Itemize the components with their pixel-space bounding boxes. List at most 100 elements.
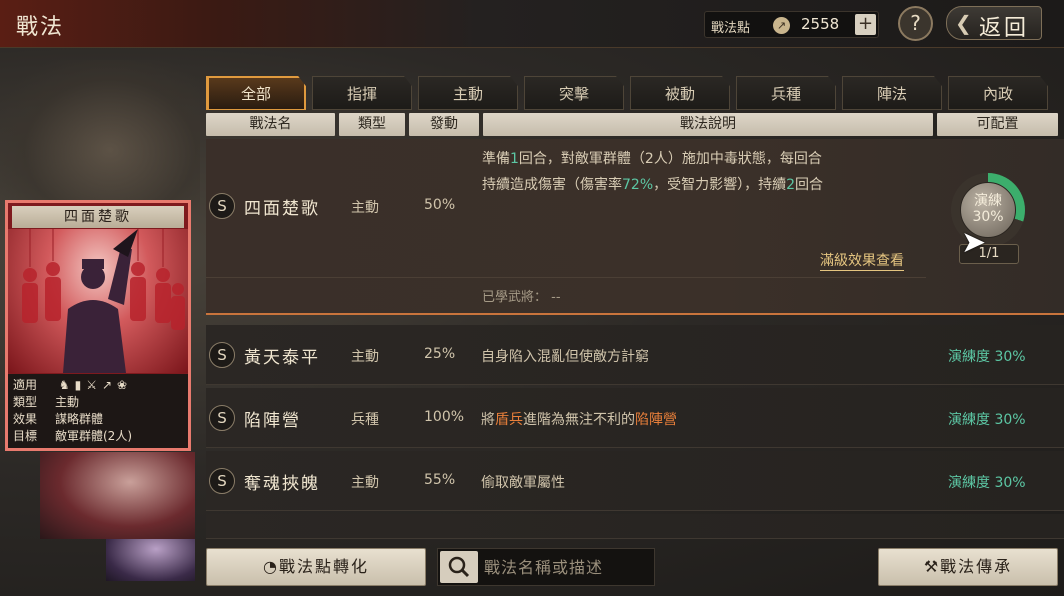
tab-all[interactable]: 全部: [206, 76, 306, 110]
desc-text: 持續造成傷害（傷害率: [482, 177, 622, 193]
grade-badge: S: [209, 405, 235, 431]
desc-text: 回合，對敵軍群體（2人）施加中毒狀態，每回合: [518, 151, 822, 167]
proficiency: 演練度 30%: [948, 412, 1026, 428]
tactics-list[interactable]: S 四面楚歌 主動 50% 準備1回合，對敵軍群體（2人）施加中毒狀態，每回合 …: [206, 139, 1064, 539]
tactic-points-display: 戰法點 ↗ 2558 +: [704, 11, 879, 38]
pointer-cursor-icon: ➤: [961, 225, 987, 260]
crossed-swords-icon: ⚔: [86, 378, 102, 392]
column-header-config[interactable]: 可配置: [937, 113, 1058, 136]
tactic-card-info: 適用 ♞▮⚔↗❀ 類型 主動 效果 謀略群體 目標 敵軍群體(2人): [8, 374, 188, 448]
description-line: 準備1回合，對敵軍群體（2人）施加中毒狀態，每回合: [482, 146, 952, 172]
desc-text: 自身陷入混亂但使敵方計窮: [481, 349, 649, 365]
tactic-type: 主動: [351, 200, 379, 216]
tab-formation[interactable]: 陣法: [842, 76, 942, 110]
desc-text: 回合: [795, 177, 824, 193]
tab-passive[interactable]: 被動: [630, 76, 730, 110]
tab-assault[interactable]: 突擊: [524, 76, 624, 110]
proficiency: 演練度 30%: [948, 475, 1026, 491]
hammer-icon: ⚒: [923, 557, 941, 576]
card-row-target: 目標 敵軍群體(2人): [13, 427, 183, 444]
tactic-art-figures: [22, 229, 185, 373]
tactic-rate: 55%: [424, 472, 456, 488]
max-level-effect-link[interactable]: 滿級效果查看: [820, 250, 904, 271]
tactic-row[interactable]: [206, 514, 1064, 539]
convert-label: 戰法點轉化: [278, 557, 369, 576]
bow-icon: ↗: [101, 378, 118, 392]
tab-command[interactable]: 指揮: [312, 76, 412, 110]
tactics-screen: 戰法 戰法點 ↗ 2558 + ? ❮ 返回 四面楚歌 適用 ♞▮⚔↗❀ 類型 …: [0, 0, 1064, 596]
tactic-name: 黃天泰平: [244, 348, 320, 368]
card-row-effect: 效果 謀略群體: [13, 410, 183, 427]
tab-troop[interactable]: 兵種: [736, 76, 836, 110]
search-icon[interactable]: [440, 551, 478, 583]
tactic-type: 兵種: [351, 412, 379, 428]
desc-text: ，受智力影響），持續: [653, 177, 787, 193]
magnifier-glyph: [448, 556, 470, 578]
general-portrait: [0, 60, 200, 210]
search-input[interactable]: [484, 553, 649, 581]
cavalry-icon: ♞: [58, 378, 75, 392]
tactic-name: 四面楚歌: [244, 199, 320, 219]
desc-text: 進階為無注不利的: [523, 412, 635, 428]
troop-type-icons: ♞▮⚔↗❀: [59, 378, 132, 392]
tactic-row[interactable]: S 黃天泰平 主動 25% 自身陷入混亂但使敵方計窮 演練度 30%: [206, 325, 1064, 385]
tactic-points-value: 2558: [801, 15, 840, 33]
tactic-rate: 25%: [424, 346, 456, 362]
desc-text: 將: [481, 412, 495, 428]
card-row-type: 類型 主動: [13, 393, 183, 410]
description-line: 持續造成傷害（傷害率72%，受智力影響），持續2回合: [482, 172, 952, 198]
help-button[interactable]: ?: [898, 6, 933, 41]
card-key: 效果: [13, 412, 38, 426]
tab-internal[interactable]: 內政: [948, 76, 1048, 110]
tab-active[interactable]: 主動: [418, 76, 518, 110]
card-value: 主動: [55, 395, 80, 409]
divider: [206, 277, 926, 278]
search-box[interactable]: [437, 548, 655, 586]
practice-percent: 30%: [972, 209, 1004, 225]
card-key: 適用: [13, 378, 38, 392]
tactic-description: 將盾兵進階為無注不利的陷陣營: [481, 409, 677, 429]
practice-label: 演練: [974, 193, 1002, 209]
column-header-name[interactable]: 戰法名: [206, 113, 335, 136]
inherit-tactic-button[interactable]: ⚒戰法傳承: [878, 548, 1058, 586]
column-header-type[interactable]: 類型: [339, 113, 405, 136]
tactic-thumbnail[interactable]: [40, 452, 195, 539]
desc-number: 72%: [622, 177, 654, 193]
tactic-description: 自身陷入混亂但使敵方計窮: [481, 346, 649, 366]
column-header-description: 戰法說明: [483, 113, 933, 136]
tactic-description: 準備1回合，對敵軍群體（2人）施加中毒狀態，每回合 持續造成傷害（傷害率72%，…: [482, 146, 952, 198]
add-points-button[interactable]: +: [855, 14, 876, 35]
compass-icon: ↗: [773, 17, 790, 34]
desc-text: 偷取敵軍屬性: [481, 475, 565, 491]
tactic-name: 奪魂挾魄: [244, 474, 320, 494]
tactic-row[interactable]: S 奪魂挾魄 主動 55% 偷取敵軍屬性 演練度 30%: [206, 451, 1064, 511]
grade-badge: S: [209, 342, 235, 368]
tactic-points-label: 戰法點: [711, 21, 751, 36]
learned-value: --: [551, 290, 561, 305]
tactic-rate: 100%: [424, 409, 465, 425]
grade-badge: S: [209, 193, 235, 219]
card-row-applicable: 適用 ♞▮⚔↗❀: [13, 376, 183, 393]
convert-points-button[interactable]: ◔戰法點轉化: [206, 548, 426, 586]
tactic-row[interactable]: S 陷陣營 兵種 100% 將盾兵進階為無注不利的陷陣營 演練度 30%: [206, 388, 1064, 448]
back-button[interactable]: ❮ 返回: [946, 6, 1042, 41]
tactic-thumbnail[interactable]: [106, 539, 195, 581]
desc-highlight: 盾兵: [495, 412, 523, 428]
top-bar: 戰法 戰法點 ↗ 2558 + ? ❮ 返回: [0, 0, 1064, 48]
tactic-card: 四面楚歌 適用 ♞▮⚔↗❀ 類型 主動 效果 謀略群體 目標 敵軍群體(2人): [5, 200, 191, 451]
learned-label: 已學武將：: [482, 290, 548, 305]
proficiency: 演練度 30%: [948, 349, 1026, 365]
back-label: 返回: [979, 16, 1030, 41]
card-value: 謀略群體: [55, 412, 104, 426]
flame-icon: ◔: [263, 557, 279, 576]
desc-number: 2: [786, 177, 796, 193]
tactic-card-title: 四面楚歌: [12, 206, 184, 228]
tactic-type: 主動: [351, 349, 379, 365]
column-header-rate[interactable]: 發動: [409, 113, 479, 136]
back-arrow-icon: ❮: [955, 11, 972, 35]
desc-text: 準備: [482, 151, 510, 167]
tactic-name: 陷陣營: [244, 411, 301, 431]
tactic-row-expanded[interactable]: S 四面楚歌 主動 50% 準備1回合，對敵軍群體（2人）施加中毒狀態，每回合 …: [206, 139, 1064, 315]
tactic-type: 主動: [351, 475, 379, 491]
desc-number: 1: [510, 151, 519, 167]
